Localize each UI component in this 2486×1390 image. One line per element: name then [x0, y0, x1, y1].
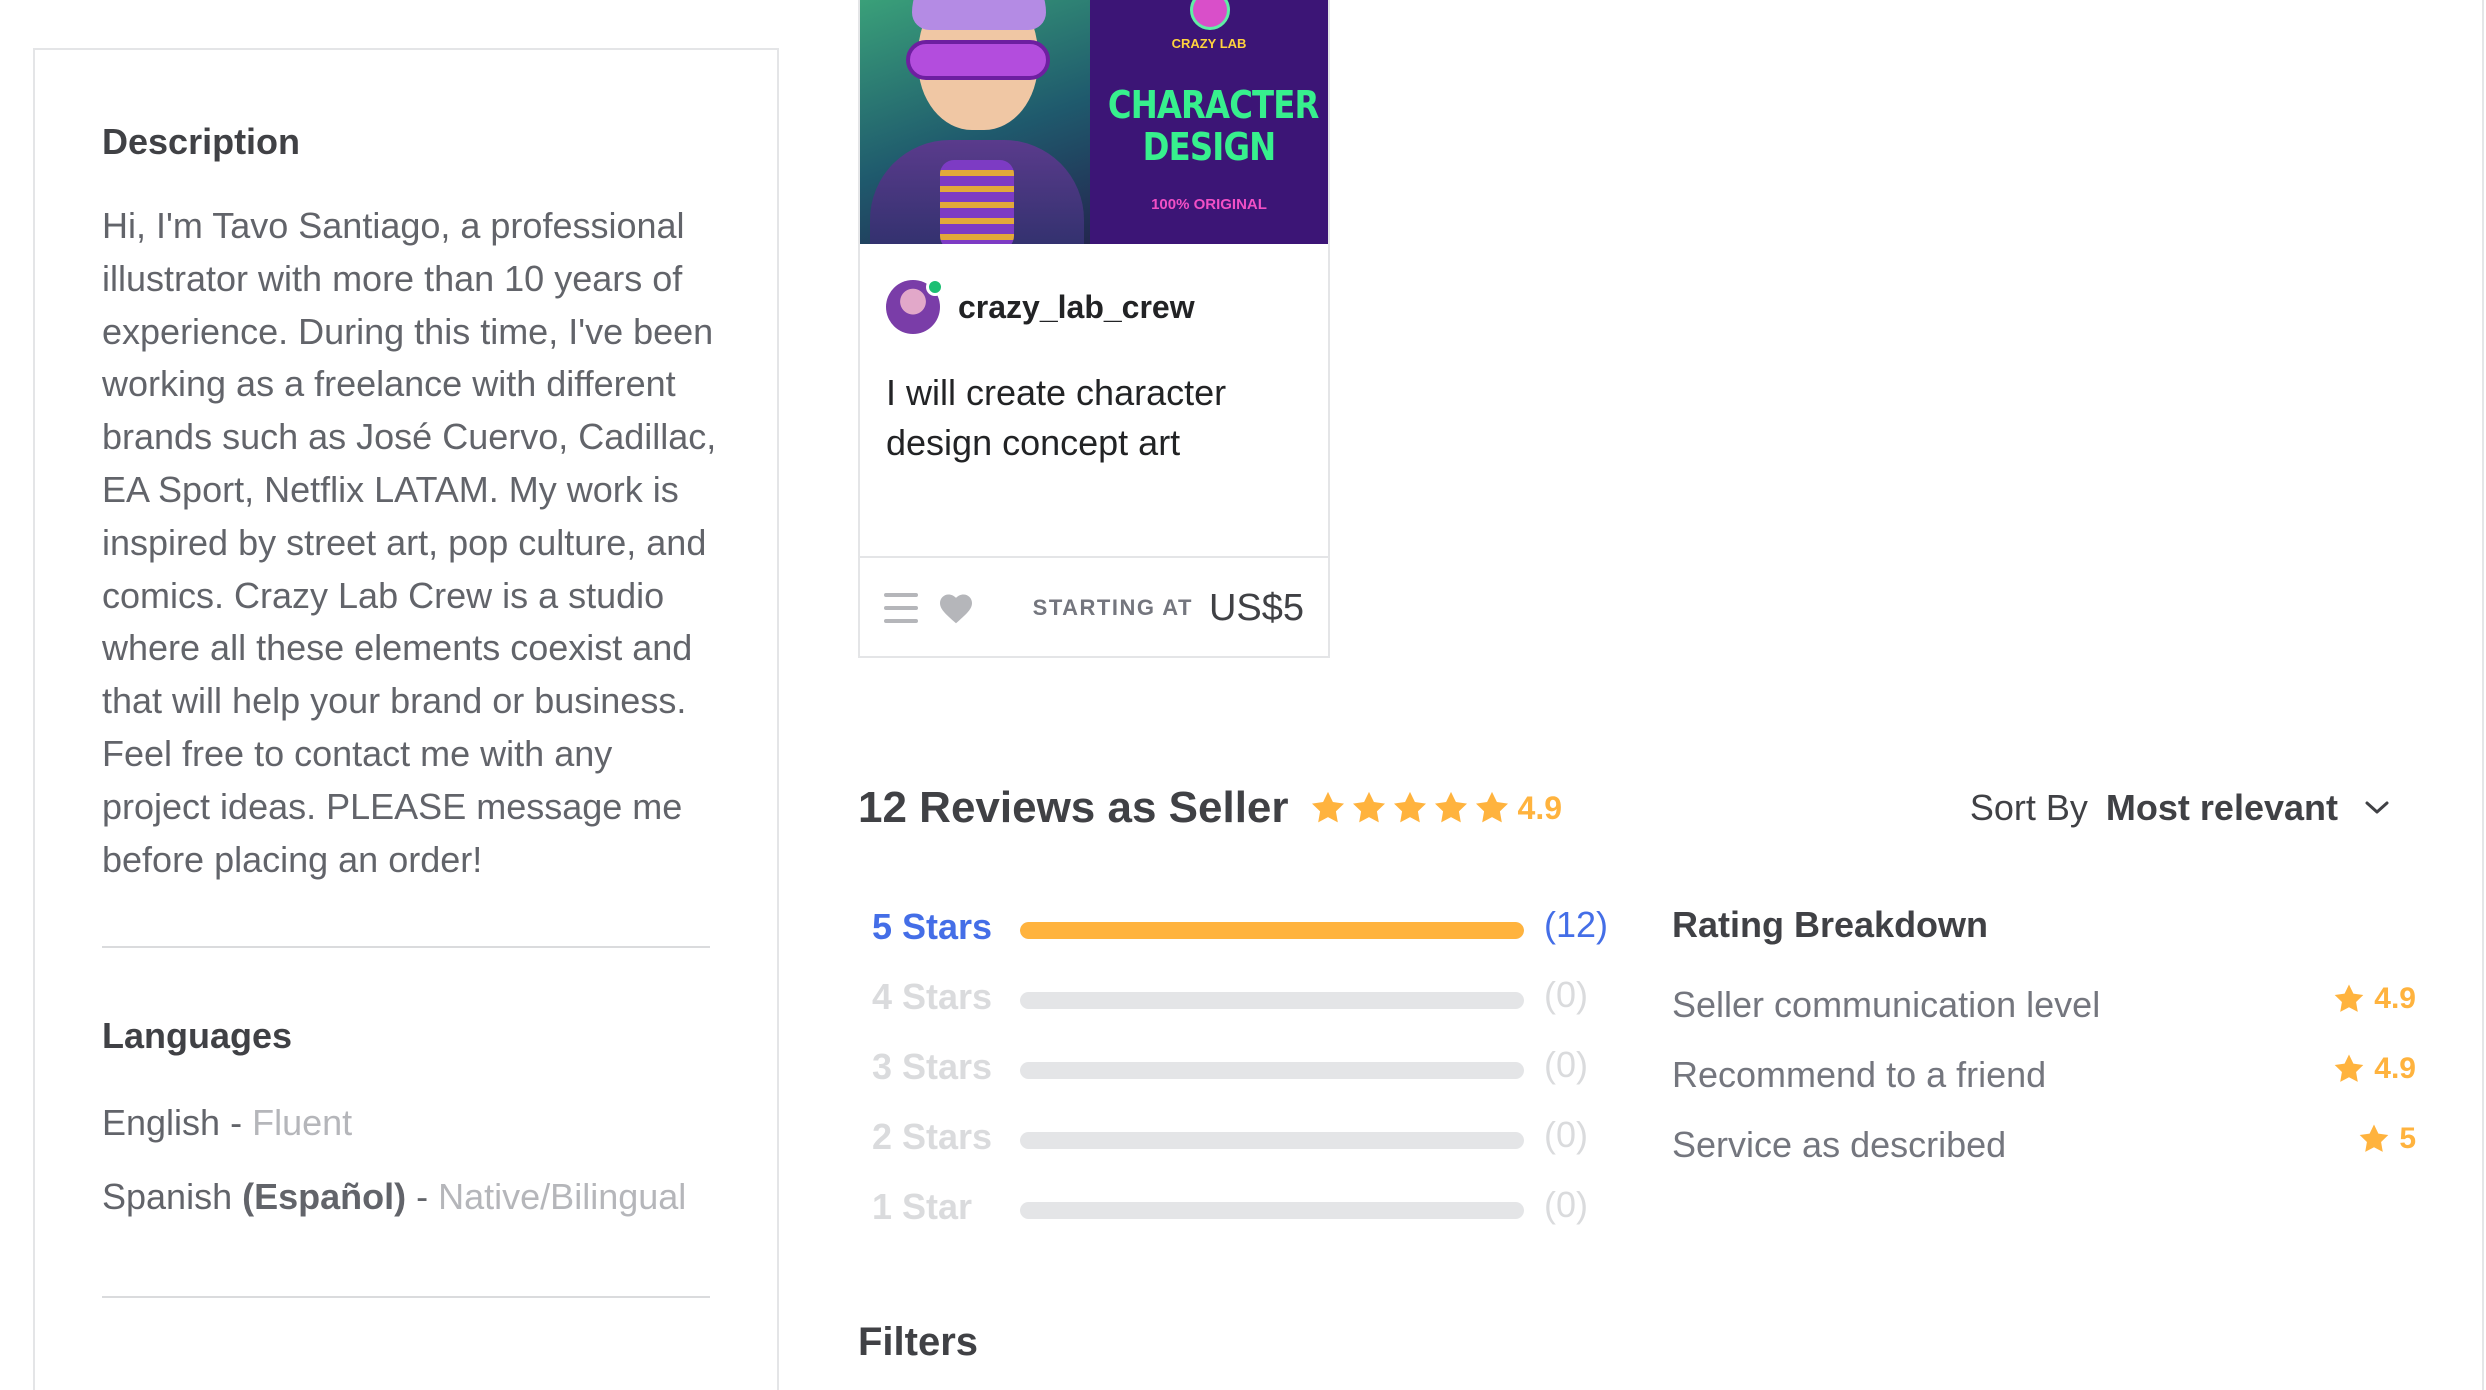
breakdown-score: 5 [2399, 1122, 2416, 1155]
star-filter-label[interactable]: 5 Stars [872, 906, 992, 948]
language-native-name: (Español) [242, 1176, 407, 1218]
star-filter-count: (0) [1544, 1044, 1588, 1085]
breakdown-row: Service as described 5 [1672, 1110, 2416, 1180]
gig-card-footer: STARTING AT US$5 [860, 556, 1328, 658]
star-filter-count: (0) [1544, 1114, 1588, 1155]
average-rating: 4.9 [1517, 789, 1563, 826]
character-hair [912, 0, 1046, 30]
divider [102, 1296, 710, 1299]
star-filter-label: 4 Stars [872, 976, 993, 1017]
star-icon [2360, 1124, 2389, 1152]
breakdown-label: Service as described [1672, 1124, 2007, 1165]
sort-by-value[interactable]: Most relevant [2106, 787, 2338, 829]
breakdown-value: 4.9 [2332, 982, 2416, 1016]
star-filter-row: 4 Stars (0) [872, 970, 1612, 1040]
rating-bar-track [1020, 1132, 1524, 1149]
star-icon [2334, 984, 2364, 1012]
breakdown-value: 5 [2357, 1122, 2416, 1156]
rating-bar-track [1020, 922, 1524, 939]
reviews-header: 12 Reviews as Seller 4.9 [858, 780, 1562, 836]
star-distribution: 5 Stars (12) 4 Stars (0) 3 Stars (0) 2 Stars (0… [872, 900, 1612, 1250]
star-filter-row: 3 Stars (0) [872, 1040, 1612, 1110]
star-filter-row: 2 Stars (0) [872, 1110, 1612, 1180]
language-item: Spanish (Español) - Native/Bilingual [102, 1176, 687, 1218]
seller-row[interactable]: crazy_lab_crew [886, 278, 1195, 334]
right-panel-border [2482, 0, 2484, 1390]
rating-bar-track [1020, 1062, 1524, 1079]
breakdown-row: Recommend to a friend 4.9 [1672, 1040, 2416, 1110]
languages-list: English - Fluent Spanish (Español) - Nat… [102, 1086, 710, 1234]
breakdown-row: Seller communication level 4.9 [1672, 970, 2416, 1040]
gig-price: US$5 [1208, 586, 1304, 629]
breakdown-label: Recommend to a friend [1672, 1054, 2047, 1095]
gig-card[interactable]: CRAZY LAB CHARACTER DESIGN 100% ORIGINAL… [858, 0, 1330, 658]
character-chest [940, 160, 1014, 244]
seller-info-panel: Description Hi, I'm Tavo Santiago, a pro… [33, 48, 779, 1390]
breakdown-score: 4.9 [2374, 1052, 2416, 1085]
sort-by-label: Sort By [1969, 787, 2088, 828]
breakdown-value: 4.9 [2332, 1052, 2416, 1086]
star-filter-count: (0) [1544, 1184, 1588, 1225]
gig-title-link[interactable]: I will create character design concept a… [886, 368, 1306, 468]
language-item: English - Fluent [102, 1102, 353, 1144]
star-filter-label: 1 Star [872, 1186, 973, 1227]
star-filter-row[interactable]: 5 Stars (12) [872, 900, 1612, 970]
star-filter-count: (0) [1544, 974, 1588, 1015]
breakdown-label: Seller communication level [1672, 984, 2101, 1025]
language-level: Fluent [252, 1102, 353, 1144]
star-icon [1311, 791, 1344, 823]
star-filter-label: 2 Stars [872, 1116, 993, 1157]
language-level: Native/Bilingual [438, 1176, 687, 1218]
star-icon [2334, 1054, 2364, 1082]
star-icon [1393, 791, 1426, 823]
character-goggles [906, 40, 1050, 80]
language-name: English [102, 1102, 221, 1144]
gig-thumbnail[interactable]: CRAZY LAB CHARACTER DESIGN 100% ORIGINAL [860, 0, 1328, 244]
brand-logo-icon [1190, 0, 1230, 30]
thumbnail-subtitle: 100% ORIGINAL [1151, 196, 1267, 213]
page-root: Description Hi, I'm Tavo Santiago, a pro… [0, 0, 2486, 1390]
divider [102, 946, 710, 949]
star-filter-label: 3 Stars [872, 1046, 993, 1087]
avatar[interactable] [886, 278, 944, 334]
character-illustration [860, 0, 1090, 244]
description-title: Description [102, 121, 301, 162]
rating-bar-track [1020, 992, 1524, 1009]
seller-name-link[interactable]: crazy_lab_crew [958, 289, 1195, 326]
heart-icon[interactable] [938, 592, 974, 624]
star-filter-count: (12) [1544, 904, 1609, 945]
star-icon [1475, 791, 1508, 823]
description-text: Hi, I'm Tavo Santiago, a professional il… [102, 205, 717, 880]
chevron-down-icon[interactable] [2364, 800, 2390, 816]
sort-by-dropdown[interactable]: Sort By Most relevant [1970, 780, 2390, 836]
star-icon [1352, 791, 1385, 823]
thumbnail-title: CHARACTER DESIGN [1107, 83, 1319, 169]
breakdown-score: 4.9 [2374, 982, 2416, 1015]
rating-breakdown: Rating Breakdown Seller communication le… [1672, 900, 2416, 1180]
languages-title: Languages [102, 1015, 293, 1057]
rating-bar-track [1020, 1202, 1524, 1219]
menu-icon[interactable] [884, 593, 918, 623]
brand-name: CRAZY LAB [1171, 36, 1247, 51]
rating-breakdown-title: Rating Breakdown [1672, 904, 1989, 945]
filters-title: Filters [858, 1320, 979, 1364]
rating-bar-fill [1020, 922, 1524, 939]
thumbnail-brand-panel: CRAZY LAB CHARACTER DESIGN 100% ORIGINAL [1090, 0, 1328, 244]
star-filter-row: 1 Star (0) [872, 1180, 1612, 1250]
rating-stars [1309, 789, 1514, 827]
star-icon [1434, 791, 1467, 823]
starting-at-label: STARTING AT [1032, 595, 1193, 620]
language-name: Spanish (Español) [102, 1176, 407, 1218]
online-status-dot [926, 278, 944, 296]
reviews-title: 12 Reviews as Seller [858, 783, 1289, 832]
